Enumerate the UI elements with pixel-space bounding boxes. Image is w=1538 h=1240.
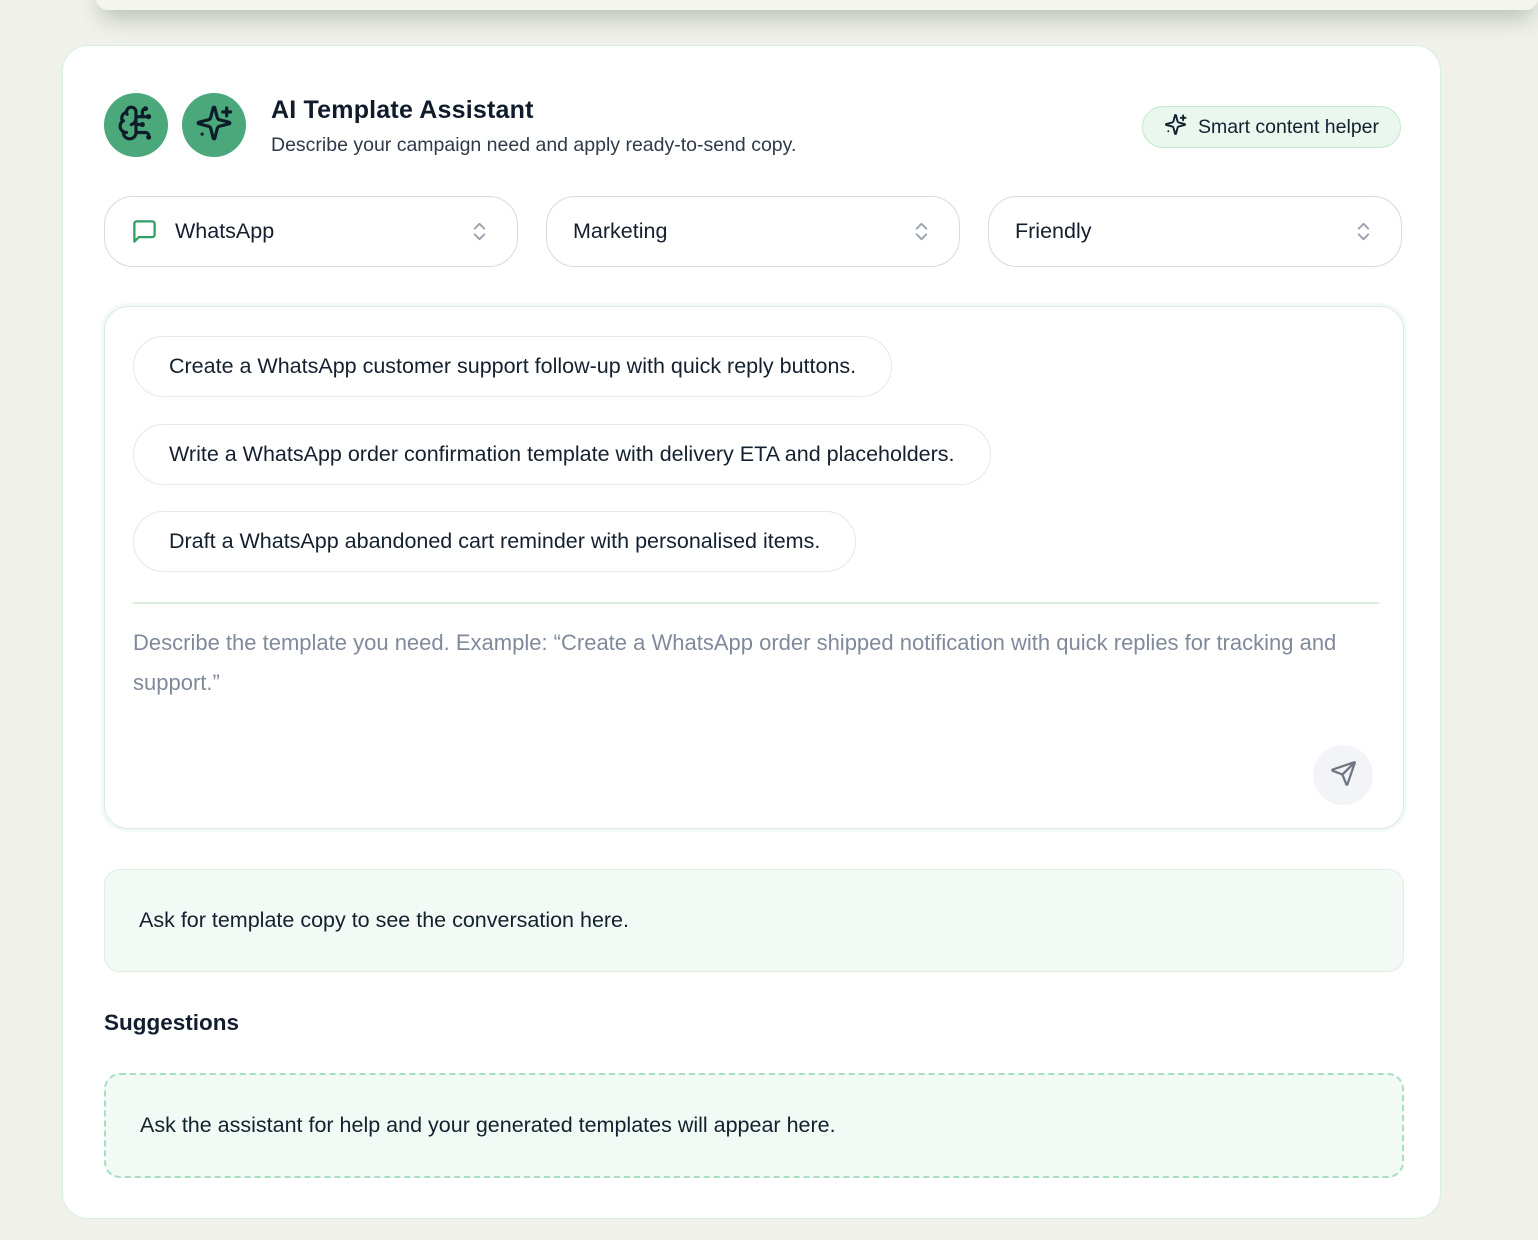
chevrons-up-down-icon — [910, 220, 933, 243]
tone-select-value: Friendly — [1015, 219, 1352, 244]
sparkles-icon — [1164, 113, 1187, 142]
channel-select-value: WhatsApp — [175, 219, 468, 244]
sparkles-icon — [195, 104, 233, 147]
suggestions-heading: Suggestions — [104, 1010, 239, 1036]
chevrons-up-down-icon — [468, 220, 491, 243]
channel-select[interactable]: WhatsApp — [104, 196, 518, 267]
page-title: AI Template Assistant — [271, 96, 796, 125]
filter-row: WhatsApp Marketing Friendly — [104, 196, 1402, 267]
category-select[interactable]: Marketing — [546, 196, 960, 267]
prompt-composer: Create a WhatsApp customer support follo… — [104, 306, 1404, 829]
prompt-input[interactable] — [133, 623, 1353, 783]
ai-template-assistant-panel: AI Template Assistant Describe your camp… — [62, 45, 1441, 1219]
suggestion-pill[interactable]: Write a WhatsApp order confirmation temp… — [133, 424, 991, 485]
category-select-value: Marketing — [573, 219, 910, 244]
brain-circuit-icon — [117, 104, 155, 147]
suggestion-pill[interactable]: Create a WhatsApp customer support follo… — [133, 336, 892, 397]
conversation-placeholder-banner: Ask for template copy to see the convers… — [104, 869, 1404, 972]
page-subtitle: Describe your campaign need and apply re… — [271, 134, 796, 157]
suggestion-pill[interactable]: Draft a WhatsApp abandoned cart reminder… — [133, 511, 856, 572]
composer-divider — [133, 602, 1379, 604]
badge-label: Smart content helper — [1198, 116, 1379, 139]
tone-select[interactable]: Friendly — [988, 196, 1402, 267]
chevrons-up-down-icon — [1352, 220, 1375, 243]
previous-card-edge — [96, 0, 1538, 10]
send-icon — [1330, 760, 1357, 790]
banner-text: Ask for template copy to see the convers… — [139, 908, 629, 933]
smart-content-helper-badge: Smart content helper — [1142, 106, 1401, 148]
suggestions-empty-state: Ask the assistant for help and your gene… — [104, 1073, 1404, 1178]
message-square-icon — [131, 218, 158, 245]
send-button[interactable] — [1313, 745, 1373, 805]
avatar — [182, 93, 246, 157]
empty-state-text: Ask the assistant for help and your gene… — [140, 1113, 836, 1138]
avatar — [104, 93, 168, 157]
